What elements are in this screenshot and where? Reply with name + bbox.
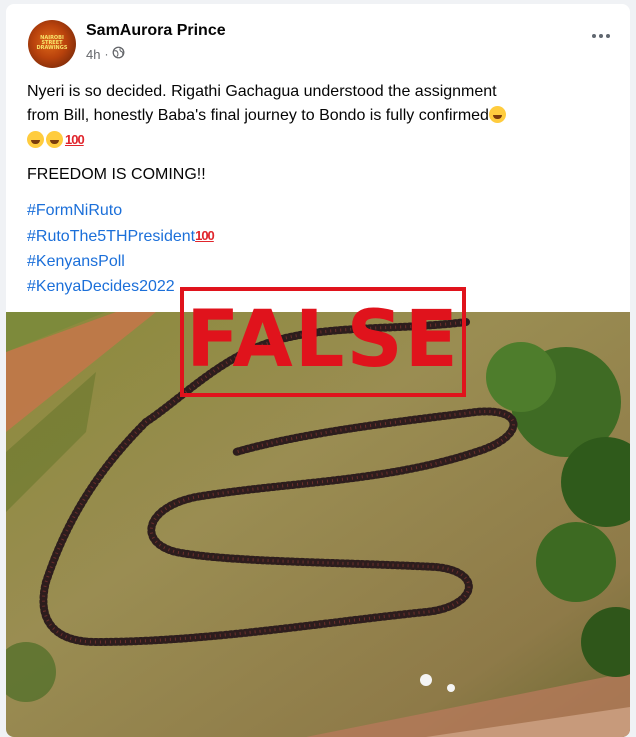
avatar[interactable]: NAIROBI STREET DRAWINGS (28, 20, 76, 68)
hashtag-list: #FormNiRuto #RutoThe5THPresident100 #Ken… (27, 198, 215, 299)
hashtag-link-text[interactable]: #RutoThe5THPresident (27, 228, 195, 245)
false-stamp-label: FALSE (186, 295, 460, 385)
globe-icon[interactable] (112, 46, 125, 62)
post-time[interactable]: 4h (86, 47, 100, 62)
meta-separator: · (104, 47, 109, 61)
post-text-line-2: from Bill, honestly Baba's final journey… (27, 104, 611, 128)
avatar-logo-text: NAIROBI STREET DRAWINGS (36, 35, 68, 51)
hundred-points-icon: 100 (65, 132, 85, 147)
grinning-emoji-icon (46, 131, 63, 148)
false-stamp: FALSE (180, 287, 466, 397)
hashtag-link[interactable]: #RutoThe5THPresident100 (27, 223, 215, 249)
emoji-line: 100 (27, 128, 611, 153)
hashtag-link[interactable]: #FormNiRuto (27, 198, 214, 223)
post-text: Nyeri is so decided. Rigathi Gachagua un… (27, 80, 611, 153)
hashtag-link[interactable]: #KenyansPoll (27, 249, 214, 274)
post-card: NAIROBI STREET DRAWINGS SamAurora Prince… (6, 4, 630, 737)
post-meta: 4h · (86, 46, 125, 62)
laughing-emoji-icon (488, 106, 506, 123)
post-text-line-2-text: from Bill, honestly Baba's final journey… (27, 107, 489, 124)
more-options-icon[interactable] (592, 34, 610, 38)
hundred-points-icon: 100 (195, 228, 215, 243)
author-name[interactable]: SamAurora Prince (86, 22, 226, 40)
laughing-emoji-icon (27, 131, 44, 148)
post-text-freedom: FREEDOM IS COMING!! (27, 166, 206, 183)
post-text-line-1: Nyeri is so decided. Rigathi Gachagua un… (27, 83, 497, 100)
